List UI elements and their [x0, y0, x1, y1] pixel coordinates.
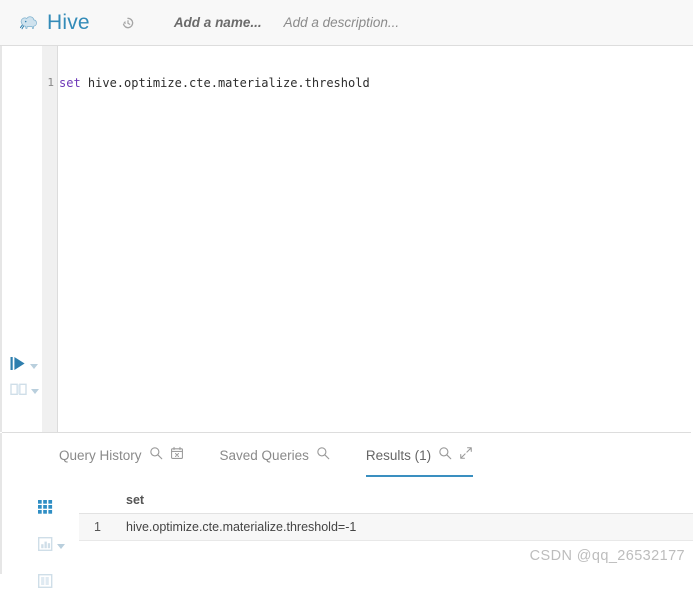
brand-name: Hive [47, 10, 90, 34]
code-keyword: set [59, 76, 81, 90]
chevron-down-icon[interactable] [30, 363, 38, 369]
tab-label: Saved Queries [219, 448, 309, 463]
search-icon[interactable] [438, 446, 452, 465]
view-mode-columns[interactable] [37, 573, 65, 593]
editor-left-rail [0, 46, 42, 432]
code-text: hive.optimize.cte.materialize.threshold [80, 76, 370, 90]
cell-set-value: hive.optimize.cte.materialize.threshold=… [126, 520, 357, 534]
tab-query-history[interactable]: Query History [59, 446, 184, 477]
calendar-clear-icon[interactable] [170, 446, 184, 465]
run-query-button[interactable] [10, 356, 38, 376]
query-name-input[interactable]: Add a name... [174, 15, 262, 30]
view-mode-chart[interactable] [37, 536, 65, 556]
query-description-input[interactable]: Add a description... [284, 15, 400, 30]
open-book-icon [10, 382, 27, 401]
expand-arrows-icon[interactable] [459, 446, 473, 465]
bottom-tabs: Query History Saved Queries Results (1) [59, 446, 509, 477]
sql-code-editor[interactable]: set hive.optimize.cte.materialize.thresh… [59, 46, 693, 432]
view-mode-grid[interactable] [38, 500, 65, 519]
watermark: CSDN @qq_26532177 [529, 548, 685, 564]
history-clock-icon[interactable] [118, 13, 138, 33]
search-icon[interactable] [316, 446, 330, 465]
tab-saved-queries[interactable]: Saved Queries [220, 446, 330, 477]
tab-results[interactable]: Results (1) [365, 446, 474, 477]
table-row[interactable]: 1 hive.optimize.cte.materialize.threshol… [79, 514, 693, 541]
results-view-rail [37, 500, 65, 593]
tab-label: Results (1) [365, 448, 432, 463]
results-table: set 1 hive.optimize.cte.materialize.thre… [79, 487, 693, 541]
editor-gutter: 1 [42, 46, 58, 432]
tab-label: Query History [59, 448, 142, 463]
column-header-set: set [126, 493, 145, 507]
search-icon[interactable] [149, 446, 163, 465]
chevron-down-icon[interactable] [57, 544, 65, 549]
bar-chart-icon [37, 536, 53, 556]
brand: Hive [18, 11, 90, 35]
app-header: Hive Add a name... Add a description... [0, 0, 693, 46]
explain-book-button[interactable] [10, 382, 39, 401]
table-header-row: set [79, 487, 693, 514]
play-run-icon [10, 356, 26, 376]
line-number: 1 [47, 76, 54, 89]
code-line-1: set hive.optimize.cte.materialize.thresh… [59, 76, 693, 90]
row-number: 1 [94, 520, 101, 534]
chevron-down-icon[interactable] [31, 389, 39, 394]
editor-region: 1 set hive.optimize.cte.materialize.thre… [0, 46, 693, 432]
grid-table-icon [38, 500, 53, 519]
hive-elephant-icon [18, 12, 40, 34]
columns-panel-icon [37, 573, 53, 593]
